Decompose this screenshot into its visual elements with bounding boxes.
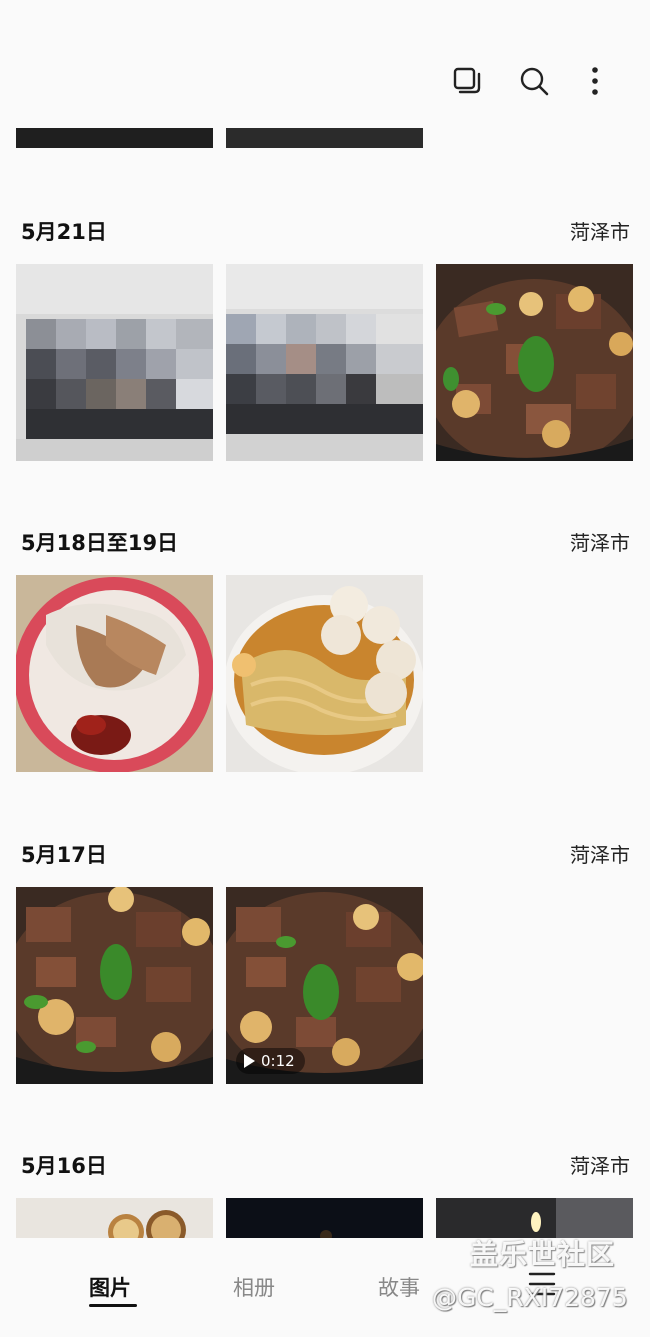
photo-thumbnail[interactable] — [16, 575, 213, 772]
tab-stories[interactable]: 故事 — [378, 1272, 420, 1302]
date-section-header: 5月21日 菏泽市 — [0, 208, 650, 248]
active-tab-indicator — [89, 1304, 137, 1307]
watermark-title: 盖乐世社区 — [470, 1238, 616, 1271]
section-date: 5月16日 — [21, 1154, 107, 1178]
section-location[interactable]: 菏泽市 — [570, 1150, 630, 1179]
photo-thumbnail[interactable] — [16, 887, 213, 1084]
section-date: 5月18日至19日 — [21, 531, 179, 555]
photo-thumbnail[interactable] — [226, 575, 423, 772]
section-location[interactable]: 菏泽市 — [570, 839, 630, 868]
photo-thumbnail[interactable] — [436, 1198, 633, 1238]
photo-thumbnail[interactable] — [436, 264, 633, 461]
photo-thumbnail[interactable] — [226, 1198, 423, 1238]
photo-thumbnail[interactable] — [16, 264, 213, 461]
section-location[interactable]: 菏泽市 — [570, 216, 630, 245]
search-icon[interactable] — [517, 64, 551, 98]
tab-albums[interactable]: 相册 — [233, 1272, 275, 1302]
date-section-header: 5月16日 菏泽市 — [0, 1142, 650, 1182]
photo-thumbnail[interactable] — [16, 1198, 213, 1238]
more-vertical-icon[interactable] — [578, 64, 612, 98]
tab-pictures[interactable]: 图片 — [89, 1272, 131, 1302]
section-location[interactable]: 菏泽市 — [570, 527, 630, 556]
watermark-user: @GC_RXI72875 — [432, 1283, 628, 1312]
date-section-header: 5月18日至19日 菏泽市 — [0, 519, 650, 559]
section-date: 5月21日 — [21, 220, 107, 244]
photo-thumbnail[interactable] — [226, 128, 423, 148]
photo-timeline[interactable]: 5月21日 菏泽市 5月18日至19日 菏泽市 5月17日 菏泽市 0:12 5… — [0, 0, 650, 1337]
select-multiple-icon[interactable] — [450, 64, 484, 98]
photo-thumbnail[interactable] — [226, 264, 423, 461]
video-thumbnail[interactable]: 0:12 — [226, 887, 423, 1084]
section-date: 5月17日 — [21, 843, 107, 867]
play-icon — [244, 1054, 255, 1068]
top-app-bar — [0, 0, 650, 120]
date-section-header: 5月17日 菏泽市 — [0, 831, 650, 871]
photo-thumbnail[interactable] — [16, 128, 213, 148]
video-duration-badge: 0:12 — [236, 1048, 305, 1074]
video-duration: 0:12 — [261, 1052, 295, 1070]
